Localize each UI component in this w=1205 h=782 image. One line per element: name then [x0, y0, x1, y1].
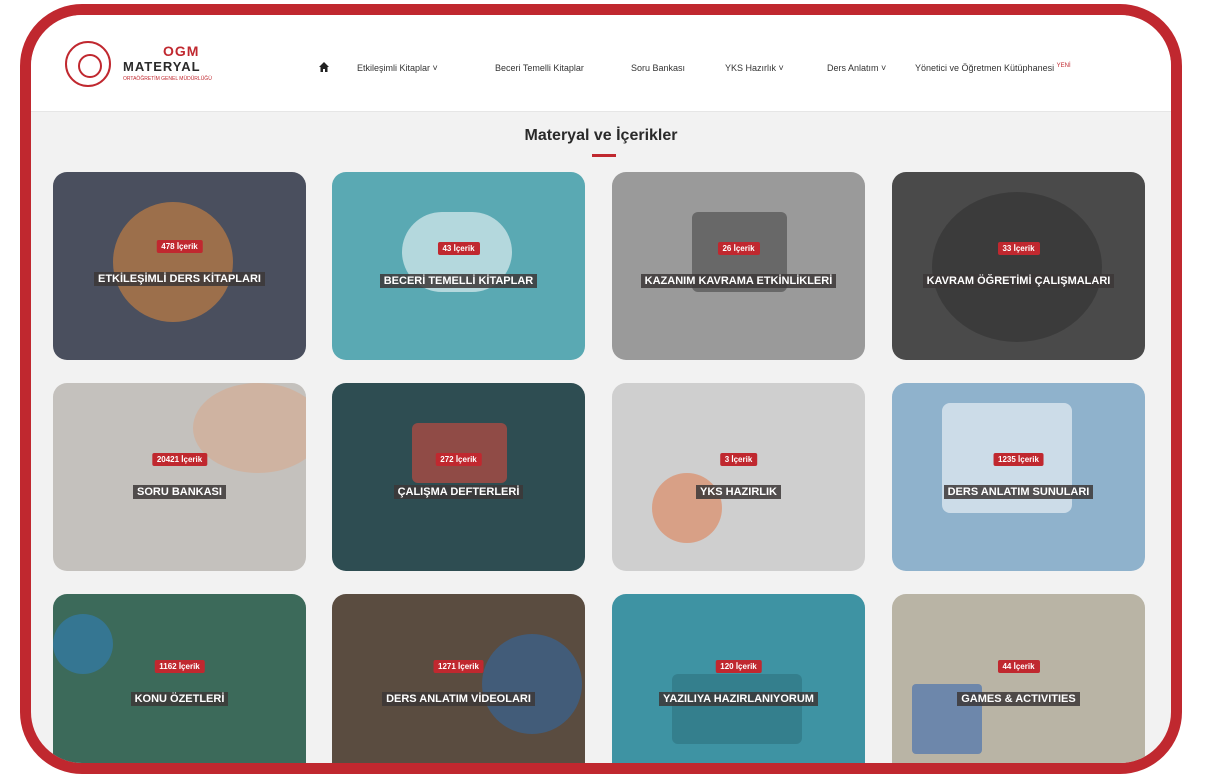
card-title: KONU ÖZETLERİ — [68, 690, 291, 709]
card-title: DERS ANLATIM VİDEOLARI — [347, 690, 570, 709]
card-etkilesimli-ders-kitaplari[interactable]: 478 İçerik ETKİLEŞİMLİ DERS KİTAPLARI — [53, 172, 306, 360]
card-games-activities[interactable]: 44 İçerik GAMES & ACTIVITIES — [892, 594, 1145, 763]
card-yaziliya-hazirlaniyorum[interactable]: 120 İçerik YAZILIYA HAZIRLANIYORUM — [612, 594, 865, 763]
brand-materyal[interactable]: MATERYAL — [123, 59, 201, 74]
card-count: 1271 İçerik — [433, 660, 484, 673]
card-count: 1235 İçerik — [993, 453, 1044, 466]
card-count: 20421 İçerik — [151, 453, 208, 466]
card-title-text: DERS ANLATIM SUNULARI — [943, 485, 1094, 499]
card-soru-bankasi[interactable]: 20421 İçerik SORU BANKASI — [53, 383, 306, 571]
card-yks-hazirlik[interactable]: 3 İçerik YKS HAZIRLIK — [612, 383, 865, 571]
card-title: YAZILIYA HAZIRLANIYORUM — [627, 690, 850, 709]
nav-ders-anlatim[interactable]: Ders Anlatım ˅ — [827, 63, 886, 73]
card-kazanim-kavrama-etkinlikleri[interactable]: 26 İçerik KAZANIM KAVRAMA ETKİNLİKLERİ — [612, 172, 865, 360]
card-illustration — [932, 192, 1102, 342]
card-title-text: DERS ANLATIM VİDEOLARI — [382, 692, 535, 706]
card-count: 3 İçerik — [719, 453, 758, 466]
browser-frame: OGM MATERYAL ORTAÖĞRETİM GENEL MÜDÜRLÜĞÜ… — [20, 4, 1182, 774]
card-title-text: ÇALIŞMA DEFTERLERİ — [393, 485, 524, 499]
card-title-text: YKS HAZIRLIK — [695, 485, 781, 499]
card-illustration — [113, 202, 233, 322]
ministry-logo[interactable] — [65, 41, 111, 87]
nav-kutuphane-label: Yönetici ve Öğretmen Kütüphanesi — [915, 63, 1055, 73]
card-ders-anlatim-videolari[interactable]: 1271 İçerik DERS ANLATIM VİDEOLARI — [332, 594, 585, 763]
card-illustration — [482, 634, 582, 734]
card-title-text: SORU BANKASI — [133, 485, 226, 499]
card-konu-ozetleri[interactable]: 1162 İçerik KONU ÖZETLERİ — [53, 594, 306, 763]
card-illustration — [193, 383, 306, 473]
card-title-text: GAMES & ACTIVITIES — [957, 692, 1080, 706]
card-title: ÇALIŞMA DEFTERLERİ — [347, 483, 570, 502]
card-title: DERS ANLATIM SUNULARI — [907, 483, 1130, 502]
card-title: YKS HAZIRLIK — [627, 483, 850, 502]
brand-subtitle: ORTAÖĞRETİM GENEL MÜDÜRLÜĞÜ — [123, 76, 212, 82]
card-title: KAVRAM ÖĞRETİMİ ÇALIŞMALARI — [907, 272, 1130, 291]
nav-etkilesimli-kitaplar[interactable]: Etkileşimli Kitaplar ˅ — [357, 63, 438, 73]
card-count: 1162 İçerik — [154, 660, 205, 673]
card-title-text: BECERİ TEMELLİ KİTAPLAR — [379, 274, 538, 288]
card-count: 26 İçerik — [717, 242, 760, 255]
nav-yks-hazirlik[interactable]: YKS Hazırlık ˅ — [725, 63, 784, 73]
card-title-text: KAVRAM ÖĞRETİMİ ÇALIŞMALARI — [922, 274, 1115, 288]
card-ders-anlatim-sunulari[interactable]: 1235 İçerik DERS ANLATIM SUNULARI — [892, 383, 1145, 571]
card-kavram-ogretimi-calismalari[interactable]: 33 İçerik KAVRAM ÖĞRETİMİ ÇALIŞMALARI — [892, 172, 1145, 360]
title-underline — [592, 154, 616, 157]
card-title: GAMES & ACTIVITIES — [907, 690, 1130, 709]
card-title-text: KONU ÖZETLERİ — [130, 692, 229, 706]
card-count: 43 İçerik — [437, 242, 480, 255]
card-calisma-defterleri[interactable]: 272 İçerik ÇALIŞMA DEFTERLERİ — [332, 383, 585, 571]
card-illustration — [672, 674, 802, 744]
card-beceri-temelli-kitaplar[interactable]: 43 İçerik BECERİ TEMELLİ KİTAPLAR — [332, 172, 585, 360]
card-title: SORU BANKASI — [68, 483, 291, 502]
card-title: KAZANIM KAVRAMA ETKİNLİKLERİ — [627, 272, 850, 291]
brand-ogm[interactable]: OGM — [163, 43, 199, 59]
card-count: 33 İçerik — [997, 242, 1040, 255]
card-title: ETKİLEŞİMLİ DERS KİTAPLARI — [68, 270, 291, 289]
card-count: 272 İçerik — [435, 453, 482, 466]
card-title: BECERİ TEMELLİ KİTAPLAR — [347, 272, 570, 291]
home-icon[interactable] — [318, 61, 330, 73]
nav-soru-bankasi[interactable]: Soru Bankası — [631, 63, 685, 73]
section-title: Materyal ve İçerikler — [524, 127, 678, 144]
card-title-text: ETKİLEŞİMLİ DERS KİTAPLARI — [94, 272, 265, 286]
nav-beceri-temelli-kitaplar[interactable]: Beceri Temelli Kitaplar — [495, 63, 584, 73]
card-title-text: KAZANIM KAVRAMA ETKİNLİKLERİ — [640, 274, 837, 288]
card-count: 120 İçerik — [715, 660, 762, 673]
navbar: OGM MATERYAL ORTAÖĞRETİM GENEL MÜDÜRLÜĞÜ… — [31, 15, 1171, 112]
card-count: 478 İçerik — [156, 240, 203, 253]
new-badge: YENİ — [1056, 63, 1071, 69]
card-illustration — [53, 614, 113, 674]
card-title-text: YAZILIYA HAZIRLANIYORUM — [659, 692, 818, 706]
nav-yonetici-ogretmen-kutuphanesi[interactable]: Yönetici ve Öğretmen Kütüphanesi YENİ — [915, 63, 1071, 73]
card-count: 44 İçerik — [997, 660, 1040, 673]
